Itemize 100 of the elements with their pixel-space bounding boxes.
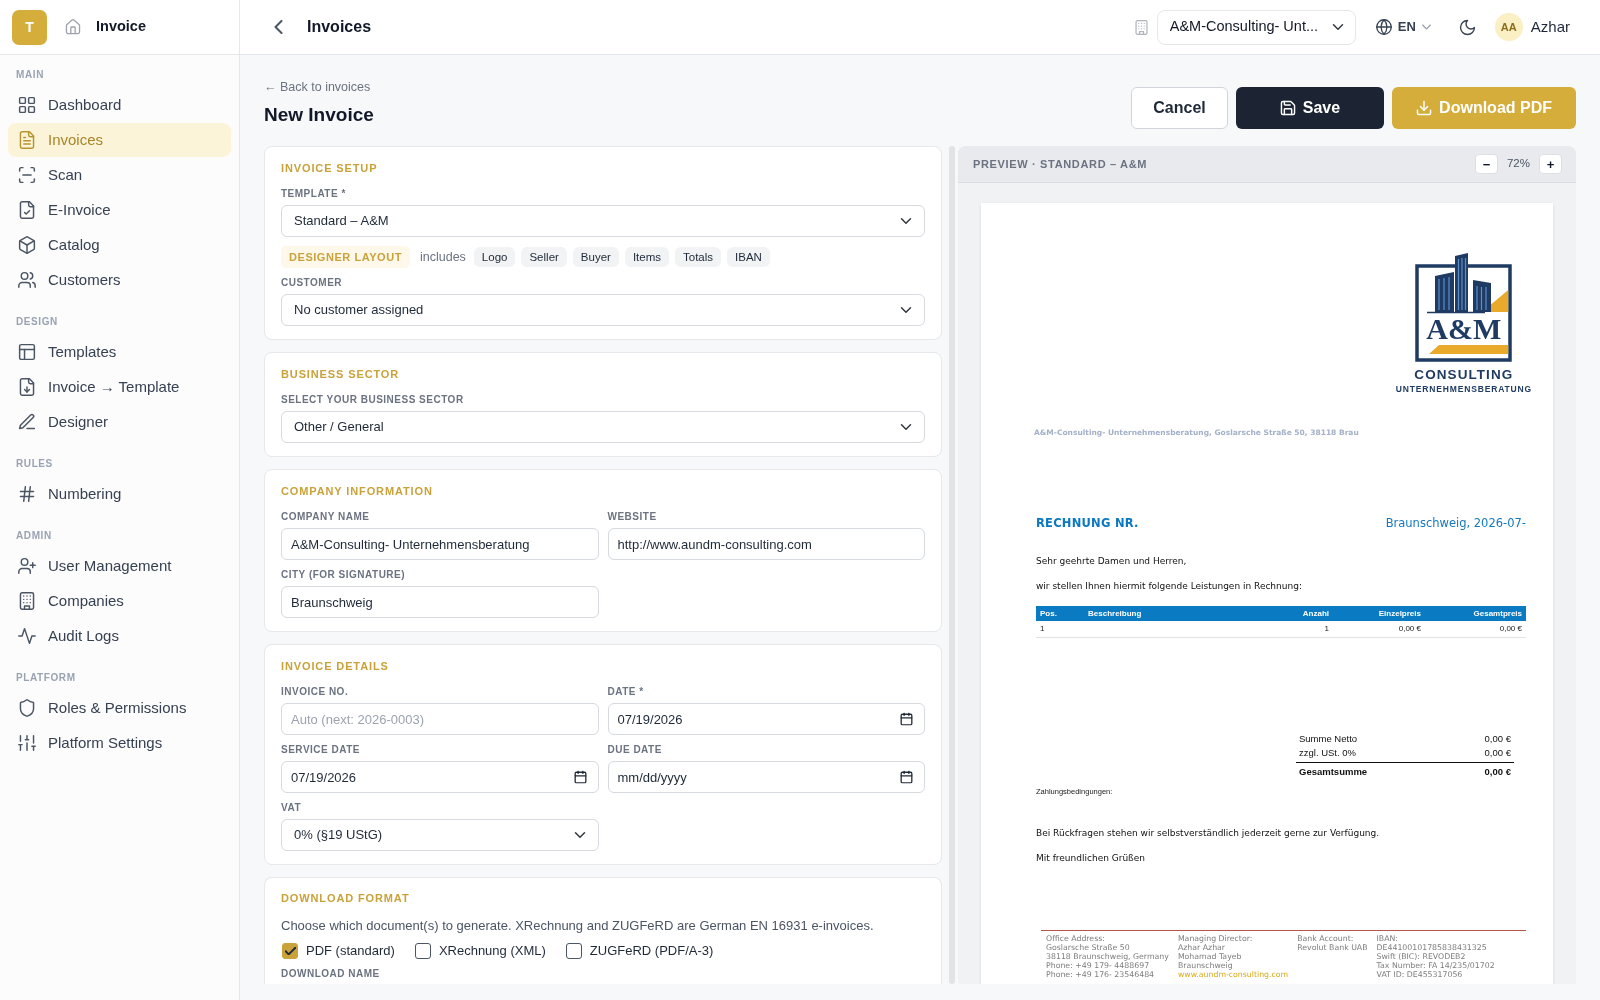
text-field[interactable]: Auto (next: 2026-0003) <box>281 703 599 735</box>
calendar-icon[interactable] <box>900 770 913 784</box>
shield-icon <box>18 699 36 717</box>
section-title: INVOICE SETUP <box>281 161 378 175</box>
checkbox[interactable] <box>282 943 298 959</box>
table-cell: 0,00 € <box>1333 621 1425 637</box>
sidebar-item[interactable]: Customers <box>8 263 231 297</box>
select-field[interactable]: Other / General <box>281 411 925 443</box>
table-header-cell: Anzahl <box>1270 606 1333 621</box>
text-field[interactable]: http://www.aundm-consulting.com <box>607 528 925 560</box>
field-label: CITY (FOR SIGNATURE) <box>281 569 406 581</box>
language-button[interactable]: EN <box>1375 17 1431 37</box>
user-name[interactable]: Azhar <box>1530 15 1570 39</box>
checkbox-label[interactable]: XRechnung (XML) <box>438 941 546 961</box>
checkbox-label[interactable]: PDF (standard) <box>306 941 395 961</box>
layout-badge: DESIGNER LAYOUT <box>281 246 410 268</box>
preview-title: PREVIEW · STANDARD – A&M <box>973 156 1148 172</box>
download-icon <box>1416 100 1433 116</box>
sidebar-item[interactable]: User Management <box>8 549 231 583</box>
sidebar-item[interactable]: Audit Logs <box>8 619 231 653</box>
section-title: COMPANY INFORMATION <box>281 484 433 498</box>
sidebar-item[interactable]: Designer <box>8 405 231 439</box>
text-field[interactable]: A&M-Consulting- Unternehmensberatung <box>281 528 599 560</box>
document-icon <box>18 131 36 149</box>
field-label: COMPANY NAME <box>281 511 370 523</box>
checkbox[interactable] <box>414 943 431 959</box>
checkbox-label[interactable]: ZUGFeRD (PDF/A-3) <box>589 941 714 961</box>
closing-text: Bei Rückfragen stehen wir selbstverständlich jederzeit gerne zur Verfügung. <box>1036 826 1380 839</box>
field-label: INVOICE NO. <box>281 686 349 698</box>
totals-value: 0,00 € <box>1484 764 1511 779</box>
table-header-cell: Gesamtpreis <box>1425 606 1526 621</box>
field-label: TEMPLATE * <box>281 188 346 200</box>
field-label: SELECT YOUR BUSINESS SECTOR <box>281 394 464 406</box>
box-icon <box>18 236 36 254</box>
moon-icon[interactable] <box>1458 18 1476 36</box>
cancel-button[interactable]: Cancel <box>1131 87 1228 129</box>
field-label: CUSTOMER <box>281 277 343 289</box>
tag-chip: Totals <box>675 247 722 267</box>
section-label: ADMIN <box>16 529 52 543</box>
sidebar-item[interactable]: Catalog <box>8 228 231 262</box>
caret-icon <box>1421 24 1431 30</box>
zoom-level: 72% <box>1506 156 1530 172</box>
user-plus-icon <box>18 557 36 575</box>
sidebar-item[interactable]: Invoice → Template <box>8 370 231 404</box>
place-date: Braunschweig, 2026-07- <box>1385 516 1526 531</box>
sidebar-item[interactable]: Roles & Permissions <box>8 691 231 725</box>
regards-text: Mit freundlichen Grüßen <box>1036 851 1146 864</box>
totals-label: Gesamtsumme <box>1299 764 1368 779</box>
select-field[interactable]: No customer assigned <box>281 294 925 326</box>
layout-icon <box>18 343 36 361</box>
tag-chip: Items <box>624 247 670 267</box>
totals-value: 0,00 € <box>1484 745 1511 760</box>
table-cell: 1 <box>1270 621 1333 637</box>
user-avatar[interactable]: AA <box>1494 13 1523 41</box>
sliders-icon <box>18 734 36 752</box>
date-field[interactable]: 07/19/2026 <box>281 761 599 793</box>
save-button[interactable]: Save <box>1235 87 1385 129</box>
table-header-cell: Einzelpreis <box>1333 606 1425 621</box>
company-select[interactable]: A&M-Consulting- Unt... <box>1156 9 1356 45</box>
field-label: DATE * <box>607 686 644 698</box>
grid-icon <box>18 96 36 114</box>
page-title: Invoices <box>307 17 372 37</box>
hash-icon <box>18 485 36 503</box>
logo-text: A&M <box>1426 314 1502 344</box>
calendar-icon[interactable] <box>900 712 913 726</box>
sidebar-item[interactable]: Dashboard <box>8 88 231 122</box>
select-field[interactable]: 0% (§19 UStG) <box>281 819 599 851</box>
save-icon <box>1279 100 1296 116</box>
buildings-logo-icon <box>1415 250 1513 362</box>
zoom-in-button[interactable]: + <box>1539 154 1562 174</box>
totals-value: 0,00 € <box>1484 731 1511 746</box>
sidebar-item[interactable]: Numbering <box>8 477 231 511</box>
date-field[interactable]: 07/19/2026 <box>607 703 925 735</box>
logo-tagline: UNTERNEHMENSBERATUNG <box>1395 384 1532 394</box>
checkbox[interactable] <box>565 943 582 959</box>
sidebar-item[interactable]: E-Invoice <box>8 193 231 227</box>
calendar-icon[interactable] <box>573 770 587 784</box>
sidebar-item[interactable]: Platform Settings <box>8 726 231 760</box>
sidebar-item[interactable]: Templates <box>8 335 231 369</box>
section-title: BUSINESS SECTOR <box>281 367 400 381</box>
greeting-text: Sehr geehrte Damen und Herren, <box>1036 555 1187 567</box>
table-header-cell: Pos. <box>1036 606 1084 621</box>
sidebar-item[interactable]: Scan <box>8 158 231 192</box>
back-link[interactable]: ← Back to invoices <box>264 79 371 95</box>
zoom-out-button[interactable]: − <box>1474 154 1498 174</box>
totals-label: zzgl. USt. 0% <box>1299 745 1357 760</box>
building-icon <box>18 592 36 610</box>
select-field[interactable]: Standard – A&M <box>281 205 925 237</box>
chevron-left-icon[interactable] <box>274 20 283 34</box>
text-field[interactable]: Braunschweig <box>281 586 599 618</box>
check-icon <box>284 947 296 955</box>
tag-chip: Seller <box>521 247 567 267</box>
field-label: DUE DATE <box>607 744 662 756</box>
field-label: WEBSITE <box>607 511 657 523</box>
pulse-icon <box>18 627 36 645</box>
section-label: RULES <box>16 457 53 471</box>
pen-icon <box>18 413 36 431</box>
date-field[interactable]: mm/dd/yyyy <box>607 761 925 793</box>
tag-chip: Buyer <box>572 247 619 267</box>
sidebar-item[interactable]: Companies <box>8 584 231 618</box>
